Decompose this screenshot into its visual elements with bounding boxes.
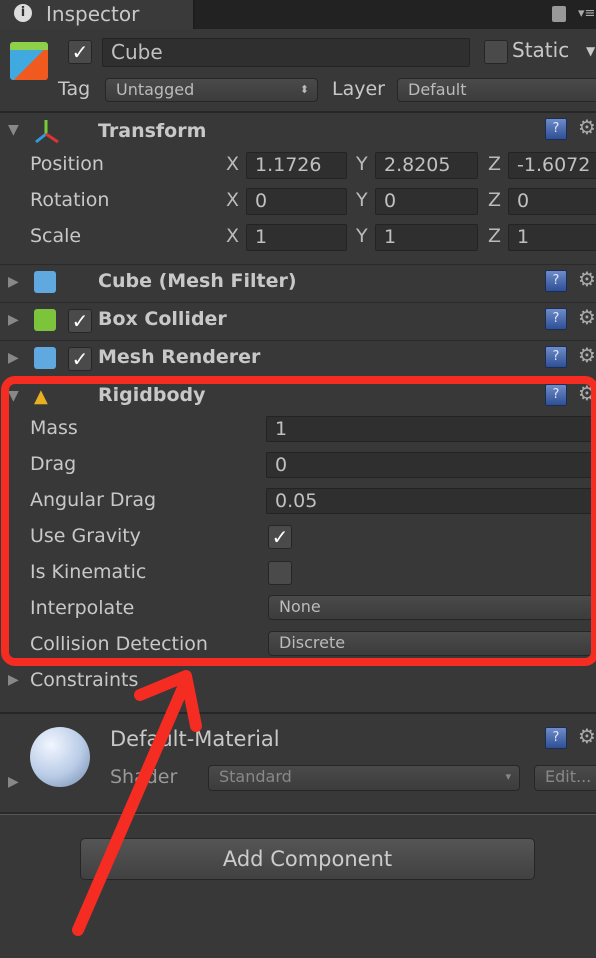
- annotation-overlay: [1, 376, 596, 936]
- annotation-highlight-box: [1, 376, 596, 666]
- annotation-arrow: [72, 684, 188, 936]
